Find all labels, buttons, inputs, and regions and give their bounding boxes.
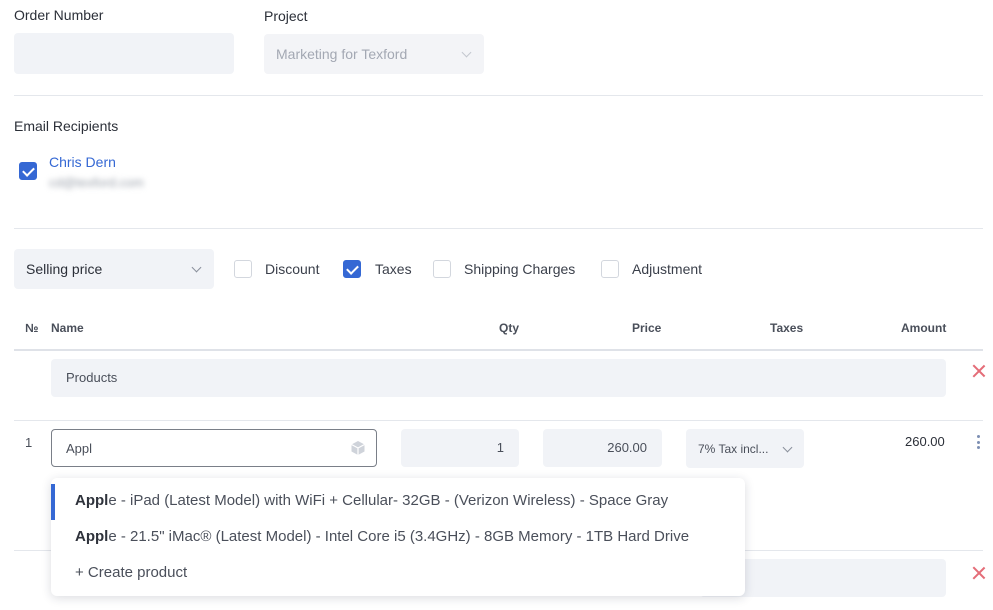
recipient-email: cd@texford.com	[49, 175, 144, 190]
delete-section-button[interactable]	[972, 364, 986, 378]
row-menu-icon[interactable]	[977, 435, 981, 452]
column-header-qty: Qty	[499, 321, 520, 335]
price-type-value: Selling price	[26, 261, 103, 277]
project-label: Project	[264, 8, 308, 24]
adjustment-label: Adjustment	[632, 261, 703, 277]
suggestion-text: e - 21.5" iMac® (Latest Model) - Intel C…	[108, 528, 690, 545]
shipping-charges-checkbox[interactable]	[433, 260, 451, 278]
suggestion-item[interactable]: Apple - 21.5" iMac® (Latest Model) - Int…	[75, 528, 689, 545]
row-number: 1	[25, 435, 33, 450]
suggestion-match: Appl	[75, 492, 109, 509]
order-number-input[interactable]	[14, 33, 234, 74]
product-suggestions-dropdown: Apple - iPad (Latest Model) with WiFi + …	[51, 478, 745, 596]
column-header-number: №	[25, 321, 39, 335]
suggestion-match: Appl	[75, 528, 109, 545]
divider	[14, 420, 983, 421]
column-header-name: Name	[51, 321, 84, 335]
adjustment-checkbox[interactable]	[601, 260, 619, 278]
suggestion-text: e - iPad (Latest Model) with WiFi + Cell…	[108, 492, 669, 509]
price-type-select[interactable]: Selling price	[14, 249, 214, 289]
shipping-charges-label: Shipping Charges	[464, 261, 576, 277]
discount-label: Discount	[265, 261, 320, 277]
table-header-divider	[14, 349, 983, 351]
recipient-checkbox[interactable]	[19, 162, 37, 180]
section-name-value: Products	[66, 370, 118, 385]
price-input[interactable]: 260.00	[543, 429, 662, 467]
qty-input[interactable]: 1	[401, 429, 519, 467]
section-name-input[interactable]: Products	[51, 359, 946, 397]
taxes-label: Taxes	[375, 261, 412, 277]
chevron-down-icon	[782, 442, 793, 453]
order-number-label: Order Number	[14, 7, 104, 23]
project-value: Marketing for Texford	[276, 46, 408, 62]
qty-value: 1	[496, 440, 504, 455]
taxes-checkbox[interactable]	[343, 260, 361, 278]
delete-section-button[interactable]	[972, 566, 986, 580]
discount-checkbox[interactable]	[234, 260, 252, 278]
create-product-option[interactable]: + Create product	[75, 564, 187, 581]
product-name-value: Appl	[66, 441, 93, 456]
row-amount: 260.00	[905, 434, 945, 449]
tax-value: 7% Tax incl...	[698, 442, 769, 456]
active-item-indicator	[51, 484, 55, 520]
box-icon	[351, 441, 365, 455]
divider	[14, 228, 983, 229]
column-header-price: Price	[632, 321, 662, 335]
column-header-amount: Amount	[901, 321, 947, 335]
column-header-taxes: Taxes	[770, 321, 804, 335]
project-select[interactable]: Marketing for Texford	[264, 34, 484, 74]
tax-select[interactable]: 7% Tax incl...	[686, 429, 804, 468]
chevron-down-icon	[191, 262, 202, 273]
suggestion-item[interactable]: Apple - iPad (Latest Model) with WiFi + …	[75, 492, 668, 509]
divider	[14, 95, 983, 96]
product-name-input[interactable]: Appl	[51, 429, 377, 467]
email-recipients-label: Email Recipients	[14, 118, 119, 134]
price-value: 260.00	[607, 440, 647, 455]
chevron-down-icon	[461, 47, 472, 58]
recipient-name-link[interactable]: Chris Dern	[49, 154, 116, 170]
